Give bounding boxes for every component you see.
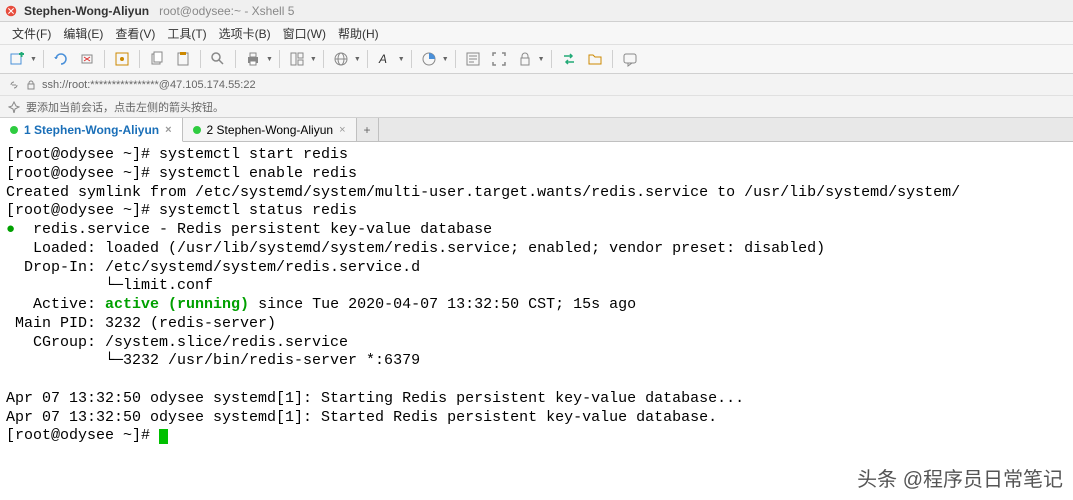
status-dot-icon (10, 126, 18, 134)
disconnect-icon[interactable] (76, 48, 98, 70)
separator (235, 50, 236, 68)
menu-edit[interactable]: 编辑(E) (59, 25, 107, 42)
layout-icon[interactable] (286, 48, 308, 70)
close-icon[interactable]: × (339, 124, 345, 136)
dropdown-icon[interactable]: ▼ (354, 56, 361, 63)
status-dot-icon (193, 126, 201, 134)
dropdown-icon[interactable]: ▼ (398, 56, 405, 63)
separator (43, 50, 44, 68)
help-icon[interactable] (619, 48, 641, 70)
menu-tabs[interactable]: 选项卡(B) (215, 25, 275, 42)
new-session-icon[interactable] (6, 48, 28, 70)
terminal-output[interactable]: [root@odysee ~]# systemctl start redis[r… (0, 142, 1073, 450)
separator (139, 50, 140, 68)
tab-label: 2 Stephen-Wong-Aliyun (207, 123, 334, 137)
properties-icon[interactable] (111, 48, 133, 70)
watermark: 头条 @程序员日常笔记 (857, 463, 1063, 492)
color-icon[interactable] (418, 48, 440, 70)
close-icon[interactable]: × (165, 124, 171, 136)
copy-icon[interactable] (146, 48, 168, 70)
print-icon[interactable] (242, 48, 264, 70)
tab-session-1[interactable]: 1 Stephen-Wong-Aliyun × (0, 118, 183, 142)
tab-add-button[interactable]: + (357, 118, 379, 141)
transfer-icon[interactable] (558, 48, 580, 70)
tab-label: 1 Stephen-Wong-Aliyun (24, 123, 159, 137)
lock-small-icon (26, 80, 36, 90)
window-title-sub: root@odysee:~ - Xshell 5 (159, 4, 294, 18)
menubar: 文件(F) 编辑(E) 查看(V) 工具(T) 选项卡(B) 窗口(W) 帮助(… (0, 22, 1073, 44)
globe-icon[interactable] (330, 48, 352, 70)
separator (323, 50, 324, 68)
titlebar: Stephen-Wong-Aliyun root@odysee:~ - Xshe… (0, 0, 1073, 22)
svg-text:A: A (378, 52, 387, 66)
folder-icon[interactable] (584, 48, 606, 70)
menu-view[interactable]: 查看(V) (111, 25, 159, 42)
hint-bar: 要添加当前会话，点击左侧的箭头按钮。 (0, 96, 1073, 118)
font-icon[interactable]: A (374, 48, 396, 70)
dropdown-icon[interactable]: ▼ (310, 56, 317, 63)
separator (279, 50, 280, 68)
app-icon (4, 4, 18, 18)
script-icon[interactable] (462, 48, 484, 70)
paste-icon[interactable] (172, 48, 194, 70)
separator (104, 50, 105, 68)
link-icon (8, 79, 20, 91)
hint-text: 要添加当前会话，点击左侧的箭头按钮。 (26, 99, 224, 115)
lock-icon[interactable] (514, 48, 536, 70)
find-icon[interactable] (207, 48, 229, 70)
separator (411, 50, 412, 68)
menu-window[interactable]: 窗口(W) (279, 25, 330, 42)
toolbar: ▼ ▼ ▼ ▼ A ▼ ▼ ▼ (0, 44, 1073, 74)
menu-tools[interactable]: 工具(T) (163, 25, 210, 42)
address-text[interactable]: ssh://root:****************@47.105.174.5… (42, 79, 256, 91)
fullscreen-icon[interactable] (488, 48, 510, 70)
address-bar: ssh://root:****************@47.105.174.5… (0, 74, 1073, 96)
menu-file[interactable]: 文件(F) (8, 25, 55, 42)
separator (612, 50, 613, 68)
dropdown-icon[interactable]: ▼ (266, 56, 273, 63)
separator (551, 50, 552, 68)
pin-icon[interactable] (8, 101, 20, 113)
tab-bar: 1 Stephen-Wong-Aliyun × 2 Stephen-Wong-A… (0, 118, 1073, 142)
reconnect-icon[interactable] (50, 48, 72, 70)
dropdown-icon[interactable]: ▼ (442, 56, 449, 63)
menu-help[interactable]: 帮助(H) (334, 25, 383, 42)
separator (367, 50, 368, 68)
tab-session-2[interactable]: 2 Stephen-Wong-Aliyun × (183, 118, 357, 141)
dropdown-icon[interactable]: ▼ (30, 56, 37, 63)
dropdown-icon[interactable]: ▼ (538, 56, 545, 63)
separator (200, 50, 201, 68)
separator (455, 50, 456, 68)
window-title-main: Stephen-Wong-Aliyun (24, 4, 149, 18)
